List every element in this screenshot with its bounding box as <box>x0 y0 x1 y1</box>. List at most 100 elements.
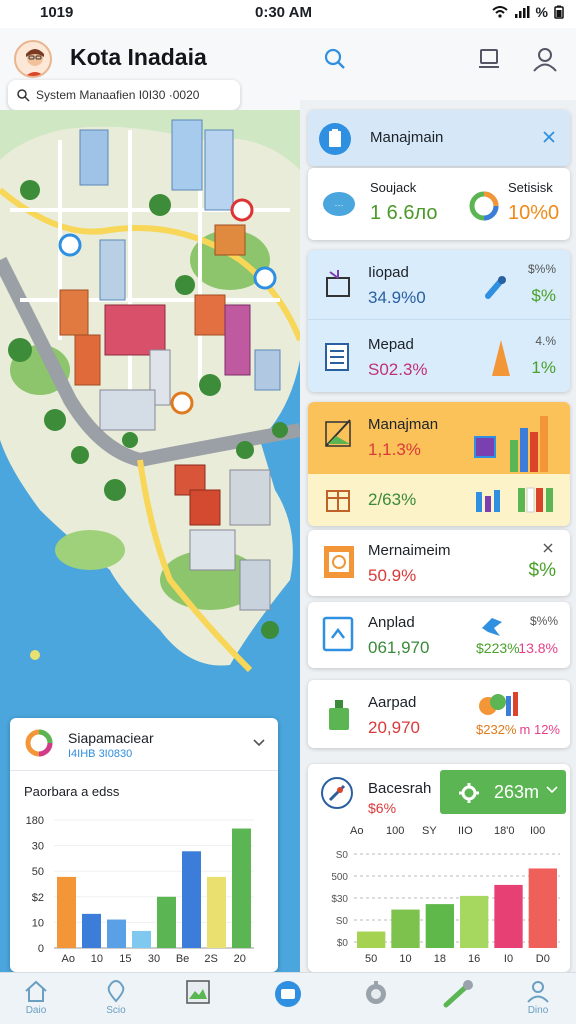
y-tick-label: 180 <box>26 815 44 827</box>
bar <box>57 876 76 948</box>
bar <box>232 828 251 948</box>
upload-card[interactable]: Anplad 061,970 $%% $223% 13.8% <box>308 602 570 668</box>
document-icon <box>325 343 349 371</box>
badge-icon <box>474 436 496 458</box>
upload-card-corner: $%% <box>529 614 558 628</box>
y-tick-label: 30 <box>32 841 44 853</box>
search-icon[interactable] <box>320 44 350 74</box>
maintenance-title: Mernaimeim <box>368 542 451 559</box>
bottom-nav: Daio Scio Dino <box>0 972 576 1024</box>
y-tick-label: $30 <box>331 894 348 905</box>
chart-title: Paorbara a edss <box>24 784 120 799</box>
nav-tools[interactable] <box>428 979 488 1011</box>
bar <box>157 896 176 948</box>
maintenance-card[interactable]: Mernaimeim 50.9% $% <box>308 530 570 596</box>
pad-card-right-left: $232% <box>476 722 517 737</box>
upload-card-right-left: $223% <box>476 640 520 656</box>
pad-card-right-right: m 12% <box>519 722 560 737</box>
header-tick-label: 100 <box>386 825 404 837</box>
battery-icon <box>554 5 564 19</box>
y-tick-label: $2 <box>32 892 44 904</box>
bar <box>528 868 557 948</box>
nav-profile-label: Dino <box>527 1005 549 1016</box>
y-tick-label: 500 <box>331 872 348 883</box>
app-header: Kota Inadaia System Manaafien I0I30 ·002… <box>0 28 576 110</box>
cart-icon <box>275 981 301 1007</box>
stat-value-left: 1 6.6ло <box>370 202 438 224</box>
x-tick-label: Ao <box>62 953 75 965</box>
stats-card[interactable]: ··· Soujack 1 6.6ло Setisisk 10%0 <box>308 168 570 240</box>
x-tick-label: 10 <box>399 953 411 965</box>
person-icon <box>527 981 549 1003</box>
x-tick-label: D0 <box>536 953 550 965</box>
x-tick-label: Be <box>176 953 189 965</box>
search-small-icon <box>17 89 30 102</box>
tower-icon <box>492 340 510 376</box>
nav-location-label: Scio <box>106 1005 126 1016</box>
search-chart-percent: $6% <box>368 800 397 816</box>
upload-right-value: $% <box>531 286 556 305</box>
nav-home[interactable]: Daio <box>6 979 66 1016</box>
nav-active[interactable] <box>258 979 318 1011</box>
x-tick-label: 50 <box>365 953 377 965</box>
header-tick-label: Ao <box>350 825 363 837</box>
status-badge[interactable]: 263m <box>440 770 566 814</box>
y-tick-label: S0 <box>336 916 349 927</box>
header-tick-label: IIO <box>458 825 473 837</box>
bar <box>182 851 201 948</box>
profile-icon[interactable] <box>530 44 560 74</box>
robot-icon <box>366 981 386 1004</box>
management-title: Manajman <box>368 416 439 433</box>
avatar[interactable] <box>14 40 52 78</box>
search-chart-title: Bacesrah <box>368 780 432 797</box>
map-row-right-top: 4.% <box>535 334 556 348</box>
stat-label-right: Setisisk <box>508 180 553 195</box>
management-percent: 1,1.3% <box>368 440 421 459</box>
summary-subtitle: I4IHB 3I0830 <box>68 748 133 760</box>
bar <box>132 930 151 948</box>
y-tick-label: 50 <box>32 866 44 878</box>
grid-icon <box>326 490 350 512</box>
nav-gallery[interactable] <box>168 979 228 1007</box>
map-row[interactable]: Mepad S02.3% 4.% 1% <box>308 322 570 392</box>
map-row-percent: S02.3% <box>368 360 428 379</box>
close-small-icon[interactable] <box>542 542 554 554</box>
bar <box>107 919 126 948</box>
search-chart-card: Bacesrah $6% 263m Ao 100 SY IIO 18'0 I00 S0 500… <box>308 764 570 972</box>
status-time: 0:30 AM <box>255 4 312 21</box>
nav-robot[interactable] <box>346 979 406 1009</box>
nav-location[interactable]: Scio <box>86 979 146 1016</box>
home-icon <box>25 980 47 1002</box>
app-title: Kota Inadaia <box>70 44 207 70</box>
chevron-down-icon[interactable] <box>252 738 266 748</box>
x-tick-label: 16 <box>468 953 480 965</box>
ring-chart-icon <box>469 191 499 221</box>
nav-home-label: Daio <box>25 1005 47 1016</box>
pad-card[interactable]: Aarpad 20,970 $232% m 12% <box>308 680 570 748</box>
nav-profile[interactable]: Dino <box>508 979 568 1016</box>
x-tick-label: 18 <box>434 953 446 965</box>
stat-value-right: 10%0 <box>508 202 560 224</box>
y-tick-label: 0 <box>38 943 44 955</box>
monitor-icon[interactable] <box>474 44 504 74</box>
map-row-right-value: 1% <box>531 358 556 377</box>
status-left-text: 1019 <box>40 4 74 21</box>
bar <box>460 895 489 948</box>
upload-group-card: Iiopad 34.9%0 $%% $% Mepad S02.3% 4.% 1% <box>308 250 570 392</box>
upload-percent: 34.9%0 <box>368 288 426 307</box>
close-icon[interactable] <box>542 130 556 144</box>
search-field[interactable]: System Manaafien I0I30 ·0020 <box>8 80 240 110</box>
chevron-down-icon[interactable] <box>546 786 558 794</box>
svg-text:···: ··· <box>335 200 344 210</box>
wrench-tool-icon <box>443 980 473 1008</box>
summary-chart-card: Siapamaciear I4IHB 3I0830 Paorbara a eds… <box>10 718 278 972</box>
management-card[interactable]: Manajman 1,1.3% 2/63% <box>308 402 570 526</box>
bar-chart-left: 180 30 50 $2 10 0 Ao 10 15 30 Be 2S 20 <box>26 815 254 965</box>
upload-row[interactable]: Iiopad 34.9%0 $%% $% <box>308 250 570 320</box>
compass-icon <box>321 777 353 809</box>
flag-bars-icon <box>518 487 553 513</box>
search-value: System Manaafien I0I30 ·0020 <box>36 88 200 102</box>
stat-label-left: Soujack <box>370 180 417 195</box>
y-tick-label: $0 <box>337 938 349 949</box>
location-pin-icon <box>107 979 125 1003</box>
